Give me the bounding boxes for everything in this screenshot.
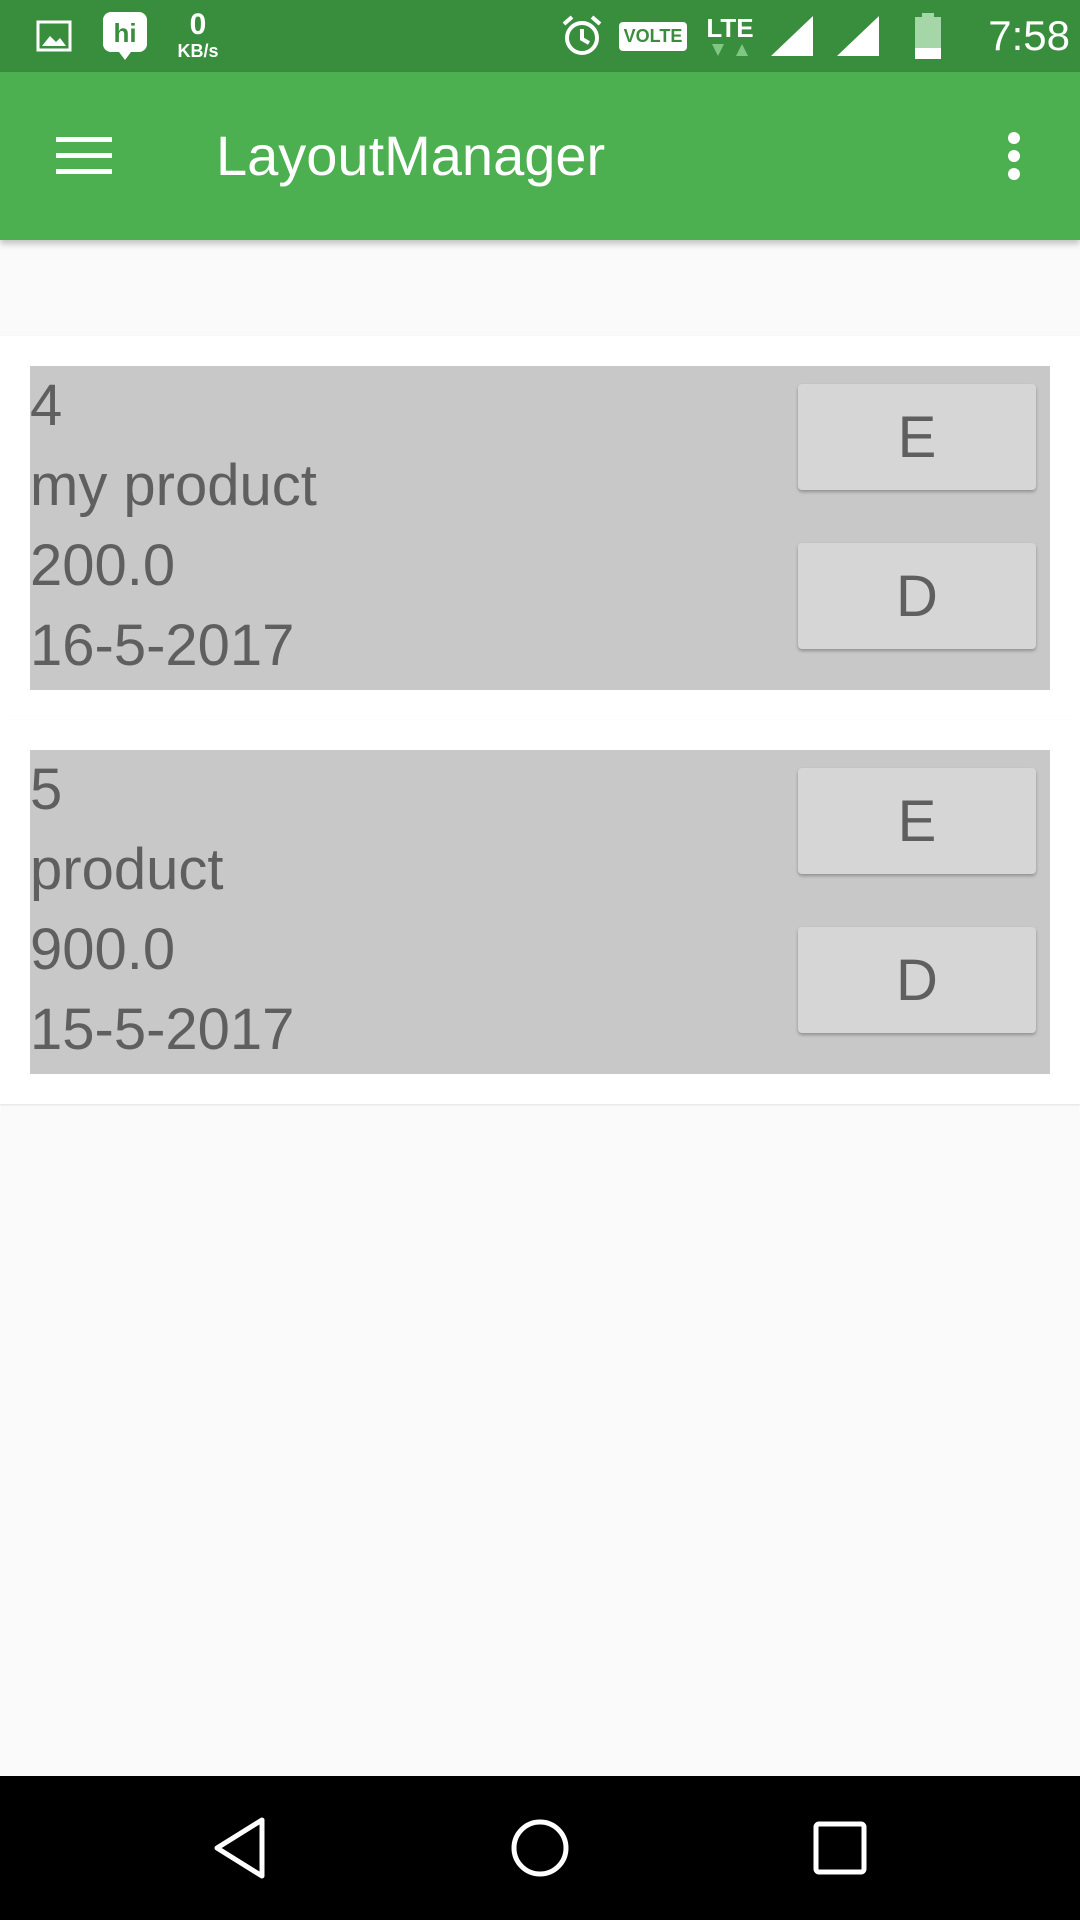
- net-speed-value: 0: [189, 8, 207, 41]
- delete-button[interactable]: D: [798, 543, 1036, 649]
- signal-icon: [832, 0, 884, 72]
- product-card: 4 my product 200.0 16-5-2017 E D: [0, 336, 1080, 720]
- volte-icon: VOLTE: [616, 0, 690, 72]
- product-name: my product: [30, 453, 317, 518]
- product-id: 5: [30, 757, 63, 822]
- page-title: LayoutManager: [216, 124, 606, 187]
- lte-icon: LTE: [700, 0, 760, 72]
- navigation-bar: [0, 1776, 1080, 1920]
- status-bar: hi 0 KB/s VOLTE LTE 7:58: [0, 0, 1080, 72]
- recents-button[interactable]: [760, 1776, 920, 1920]
- overflow-menu-button[interactable]: [964, 108, 1064, 204]
- edit-button[interactable]: E: [798, 384, 1036, 490]
- menu-button[interactable]: [24, 108, 144, 204]
- product-name: product: [30, 837, 224, 902]
- lte-label: LTE: [706, 13, 754, 43]
- volte-label: VOLTE: [618, 21, 688, 51]
- back-button[interactable]: [160, 1776, 320, 1920]
- back-icon: [214, 1817, 265, 1879]
- product-date: 16-5-2017: [30, 613, 295, 678]
- product-card-content: 5 product 900.0 15-5-2017 E D: [30, 750, 1050, 1074]
- product-card: 5 product 900.0 15-5-2017 E D: [0, 720, 1080, 1104]
- product-price: 200.0: [30, 533, 176, 598]
- more-vert-icon: [1008, 132, 1020, 180]
- app-bar: LayoutManager: [0, 72, 1080, 240]
- status-time-text: 7:58: [988, 12, 1070, 59]
- image-icon: [34, 0, 74, 72]
- net-speed-indicator: 0 KB/s: [168, 0, 228, 72]
- product-date: 15-5-2017: [30, 997, 295, 1062]
- home-icon: [511, 1819, 569, 1877]
- product-price: 900.0: [30, 917, 176, 982]
- edit-button[interactable]: E: [798, 768, 1036, 874]
- status-time: 7:58: [966, 0, 1070, 72]
- delete-button[interactable]: D: [798, 927, 1036, 1033]
- alarm-icon: [558, 0, 606, 72]
- hike-app-icon: hi: [100, 0, 150, 72]
- hamburger-menu-icon: [56, 137, 112, 174]
- signal-icon: [766, 0, 818, 72]
- product-card-content: 4 my product 200.0 16-5-2017 E D: [30, 366, 1050, 690]
- battery-icon: [908, 0, 948, 72]
- net-speed-unit: KB/s: [177, 41, 219, 61]
- recents-icon: [813, 1821, 867, 1875]
- svg-text:hi: hi: [113, 18, 136, 48]
- product-id: 4: [30, 373, 63, 438]
- home-button[interactable]: [460, 1776, 620, 1920]
